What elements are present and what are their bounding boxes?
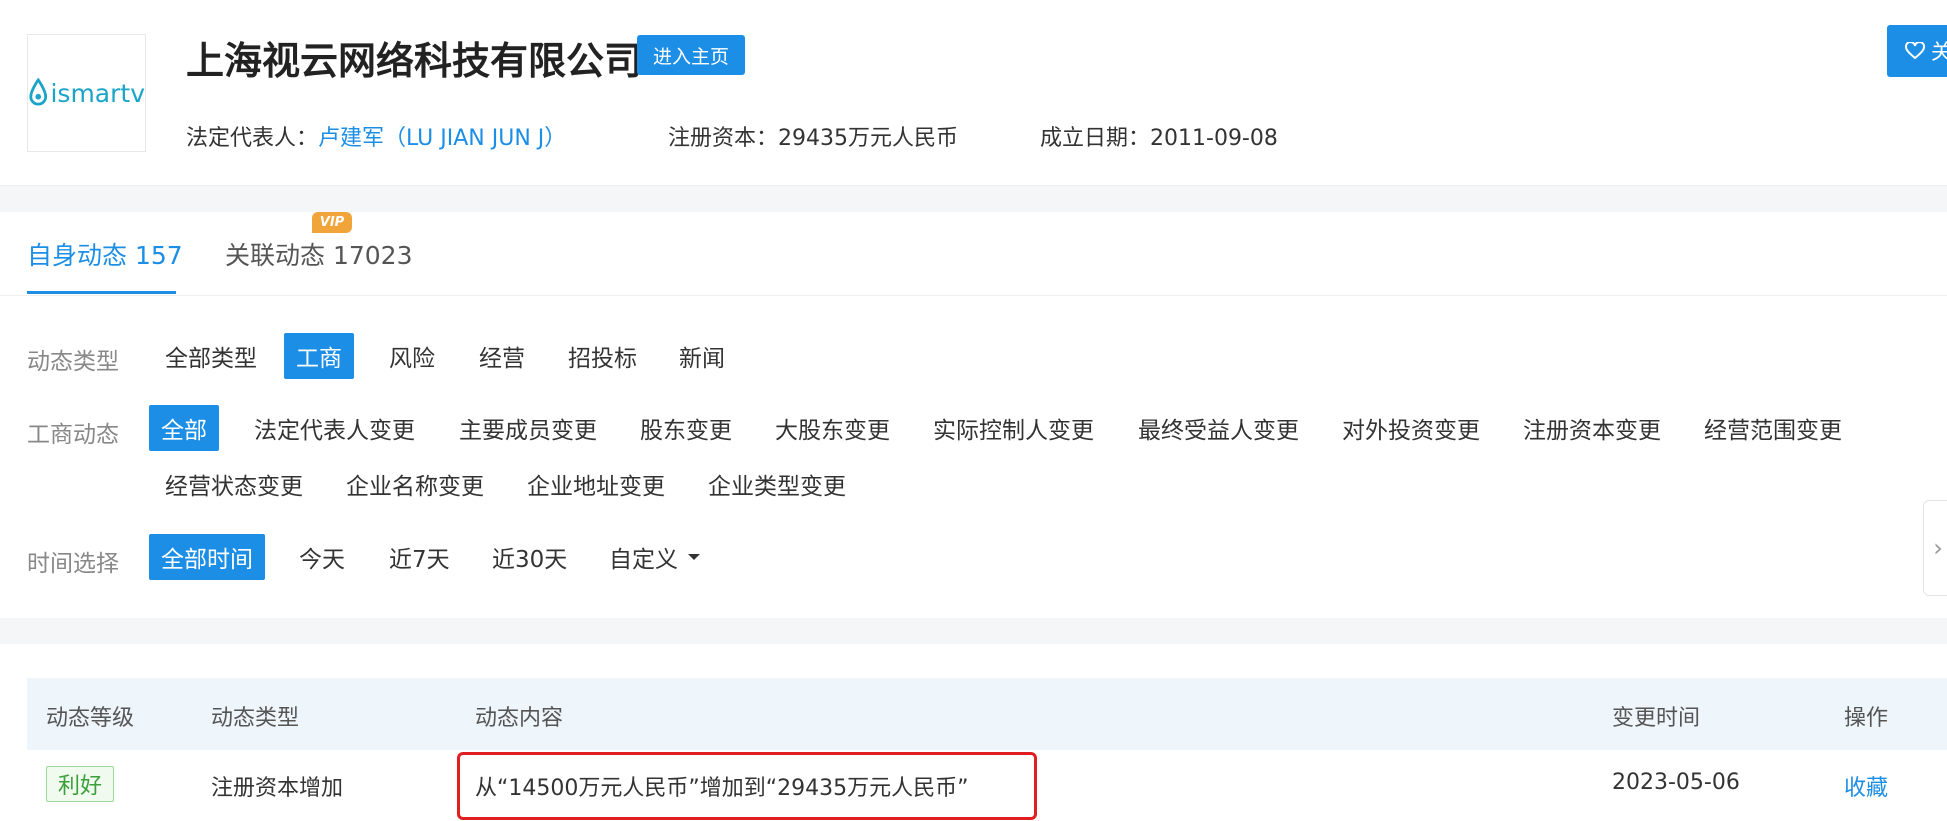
registered-capital: 注册资本：29435万元人民币 [668,120,958,152]
col-time: 变更时间 [1612,706,1701,731]
est-date-value: 2011-09-08 [1150,126,1278,151]
biz-chip-investment-change[interactable]: 对外投资变更 [1330,405,1492,451]
business-filter-label: 工商动态 [27,422,119,448]
active-tab-underline [27,291,176,294]
biz-chip-major-shareholder-change[interactable]: 大股东变更 [763,405,902,451]
type-chip-risk[interactable]: 风险 [377,333,447,379]
time-custom-label: 自定义 [609,547,678,573]
biz-chip-scope-change[interactable]: 经营范围变更 [1692,405,1854,451]
time-chip-today[interactable]: 今天 [287,534,357,580]
row-time: 2023-05-06 [1612,770,1740,795]
type-chip-bidding[interactable]: 招投标 [556,333,649,379]
tab-related-updates[interactable]: 关联动态 17023 [225,236,412,272]
legal-rep-link[interactable]: 卢建军（LU JIAN JUN J） [318,126,566,151]
favorite-link[interactable]: 收藏 [1844,770,1888,802]
biz-chip-name-change[interactable]: 企业名称变更 [334,461,496,507]
filter-panel: 自身动态 157 关联动态 17023 VIP 动态类型 全部类型 工商 风险 … [0,212,1947,618]
biz-chip-shareholder-change[interactable]: 股东变更 [628,405,744,451]
establishment-date: 成立日期：2011-09-08 [1040,120,1278,152]
content-highlight-box [457,752,1037,820]
col-type: 动态类型 [211,706,300,731]
follow-label: 关 [1931,40,1947,64]
type-chip-business[interactable]: 工商 [284,333,354,379]
vip-badge: VIP [312,212,352,233]
biz-chip-address-change[interactable]: 企业地址变更 [515,461,677,507]
company-logo: ismartv [27,34,146,152]
chevron-right-icon[interactable]: › [1923,500,1947,596]
time-chip-custom[interactable]: 自定义 [597,534,712,580]
biz-chip-capital-change[interactable]: 注册资本变更 [1511,405,1673,451]
col-action: 操作 [1844,706,1889,731]
biz-chip-member-change[interactable]: 主要成员变更 [447,405,609,451]
reg-capital-label: 注册资本： [668,126,779,151]
est-date-label: 成立日期： [1040,126,1151,151]
heart-icon [1905,42,1925,60]
row-type: 注册资本增加 [211,776,344,801]
biz-chip-status-change[interactable]: 经营状态变更 [153,461,315,507]
level-badge: 利好 [46,766,114,802]
tab-own-updates[interactable]: 自身动态 157 [27,236,183,272]
company-header: ismartv 上海视云网络科技有限公司 进入主页 关 法定代表人：卢建军（LU… [0,0,1947,186]
biz-chip-legal-rep-change[interactable]: 法定代表人变更 [242,405,427,451]
biz-chip-controller-change[interactable]: 实际控制人变更 [921,405,1106,451]
caret-down-icon [688,554,700,560]
logo-drop-icon [29,78,48,106]
time-filter-label: 时间选择 [27,551,119,577]
type-chip-operation[interactable]: 经营 [467,333,537,379]
tab-bar: 自身动态 157 关联动态 17023 VIP [0,212,1947,296]
type-chip-all[interactable]: 全部类型 [153,333,269,379]
legal-representative: 法定代表人：卢建军（LU JIAN JUN J） [186,120,566,152]
table-header: 动态等级 动态类型 动态内容 变更时间 操作 [27,678,1947,750]
col-content: 动态内容 [475,706,564,731]
biz-chip-type-change[interactable]: 企业类型变更 [696,461,858,507]
time-chip-30days[interactable]: 近30天 [480,534,579,580]
page: ismartv 上海视云网络科技有限公司 进入主页 关 法定代表人：卢建军（LU… [0,0,1947,821]
time-chip-7days[interactable]: 近7天 [377,534,462,580]
logo-text: ismartv [50,78,145,108]
enter-homepage-button[interactable]: 进入主页 [637,35,745,75]
type-chip-news[interactable]: 新闻 [667,333,737,379]
biz-chip-beneficiary-change[interactable]: 最终受益人变更 [1126,405,1311,451]
time-chip-all[interactable]: 全部时间 [149,534,265,580]
follow-button[interactable]: 关 [1887,25,1947,77]
updates-table: 动态等级 动态类型 动态内容 变更时间 操作 利好 注册资本增加 从“14500… [0,644,1947,821]
type-filter-label: 动态类型 [27,349,119,375]
company-name: 上海视云网络科技有限公司 [186,39,643,83]
col-level: 动态等级 [46,706,135,731]
reg-capital-value: 29435万元人民币 [778,126,959,151]
legal-rep-label: 法定代表人： [186,126,319,151]
biz-chip-all[interactable]: 全部 [149,405,219,451]
